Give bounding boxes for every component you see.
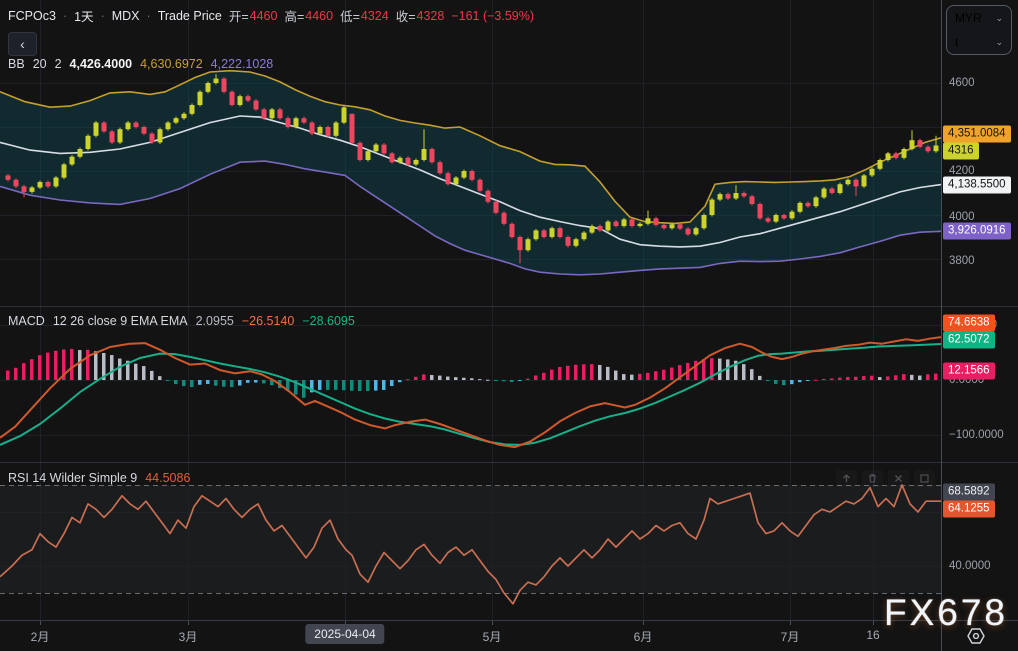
axis-price-badge: 4,351.0084 — [943, 126, 1011, 143]
header-segment: 1天 — [74, 6, 93, 25]
axis-tick-label: −100.0000 — [949, 429, 1004, 441]
time-axis-label: 7月 — [781, 628, 800, 645]
axis-price-badge: 4316 — [943, 143, 979, 160]
header-segment: MDX — [112, 9, 140, 23]
header-segment: 低= — [340, 6, 360, 25]
header-segment: · — [101, 9, 105, 23]
header-segment: 4460 — [305, 9, 333, 23]
close-icon[interactable] — [888, 470, 909, 487]
time-axis-label: 16 — [866, 628, 879, 642]
axis-price-badge: 12.1566 — [943, 363, 995, 380]
chevron-left-icon: ‹ — [20, 37, 25, 51]
crosshair-date-badge: 2025-04-04 — [305, 624, 384, 644]
header-segment: 4324 — [361, 9, 389, 23]
price-axis[interactable]: 4600 4200 4000 3800 4,351.00844316 4,138.5500… — [941, 0, 1018, 651]
rsi-legend-value: RSI 14 Wilder Simple 9 — [8, 471, 137, 485]
bb-legend-value: 2 — [55, 57, 62, 71]
header-segment: · — [147, 9, 151, 23]
logo-hexagon-icon[interactable] — [964, 625, 988, 647]
axis-price-badge: 4,138.5500 — [943, 177, 1011, 194]
price-pane — [0, 71, 941, 275]
macd-legend-value: 2.0955 — [196, 314, 234, 328]
rsi-legend-value: 44.5086 — [145, 471, 190, 485]
macd-legend-value: −28.6095 — [302, 314, 354, 328]
macd-pane — [0, 337, 941, 447]
bb-legend-value: 20 — [33, 57, 47, 71]
bb-legend-value: 4,426.4000 — [70, 57, 133, 71]
symbol-header[interactable]: FCPOc3·1天·MDX·Trade Price开=4460高=4460低=4… — [8, 6, 541, 25]
macd-legend-value: MACD — [8, 314, 45, 328]
axis-tick-label: 3800 — [949, 255, 975, 267]
header-segment: −161 (−3.59%) — [451, 9, 534, 23]
macd-signal-line — [0, 344, 941, 445]
time-axis-label: 3月 — [179, 628, 198, 645]
rsi-zone-fill — [0, 485, 941, 593]
time-axis-label: 5月 — [483, 628, 502, 645]
arrow-up-icon[interactable] — [836, 470, 857, 487]
axis-tick-label: 4200 — [949, 165, 975, 177]
axis-price-badge: 74.6638 — [943, 315, 995, 332]
header-segment: 开= — [229, 6, 249, 25]
fx678-watermark: FX678 — [884, 592, 1008, 634]
trading-chart-app: FCPOc3·1天·MDX·Trade Price开=4460高=4460低=4… — [0, 0, 1018, 651]
axis-price-badge: 3,926.0916 — [943, 223, 1011, 240]
header-segment: 4328 — [417, 9, 445, 23]
header-segment: 收= — [396, 6, 416, 25]
macd-line — [0, 337, 941, 447]
time-axis-label: 6月 — [634, 628, 653, 645]
axis-price-badge: 68.5892 — [943, 484, 995, 501]
rsi-pane-controls — [836, 470, 935, 487]
bb-legend-value: 4,630.6972 — [140, 57, 203, 71]
axis-price-badge: 62.5072 — [943, 332, 995, 349]
rsi-indicator-legend[interactable]: RSI 14 Wilder Simple 9 44.5086 — [8, 471, 198, 485]
trash-icon[interactable] — [862, 470, 883, 487]
axis-tick-label: 40.0000 — [949, 560, 991, 572]
maximize-icon[interactable] — [914, 470, 935, 487]
header-segment: Trade Price — [158, 9, 222, 23]
macd-legend-value: −26.5140 — [242, 314, 294, 328]
bb-legend-value: BB — [8, 57, 25, 71]
bb-legend-value: 4,222.1028 — [211, 57, 274, 71]
header-segment: 高= — [284, 6, 304, 25]
time-axis[interactable]: 2月 3月 2025-04-04 5月 6月 7月 16 — [0, 621, 1018, 651]
bb-indicator-legend[interactable]: BB 20 2 4,426.4000 4,630.6972 4,222.1028 — [8, 57, 281, 71]
axis-tick-label: 4000 — [949, 211, 975, 223]
axis-tick-label: 4600 — [949, 77, 975, 89]
header-segment: · — [63, 9, 67, 23]
back-button[interactable]: ‹ — [8, 32, 37, 56]
time-axis-label: 2月 — [31, 628, 50, 645]
header-segment: FCPOc3 — [8, 9, 56, 23]
header-segment: 4460 — [250, 9, 278, 23]
axis-price-badge: 64.1255 — [943, 501, 995, 518]
macd-legend-value: 12 26 close 9 EMA EMA — [53, 314, 188, 328]
macd-indicator-legend[interactable]: MACD 12 26 close 9 EMA EMA 2.0955 −26.5140−… — [8, 314, 363, 328]
